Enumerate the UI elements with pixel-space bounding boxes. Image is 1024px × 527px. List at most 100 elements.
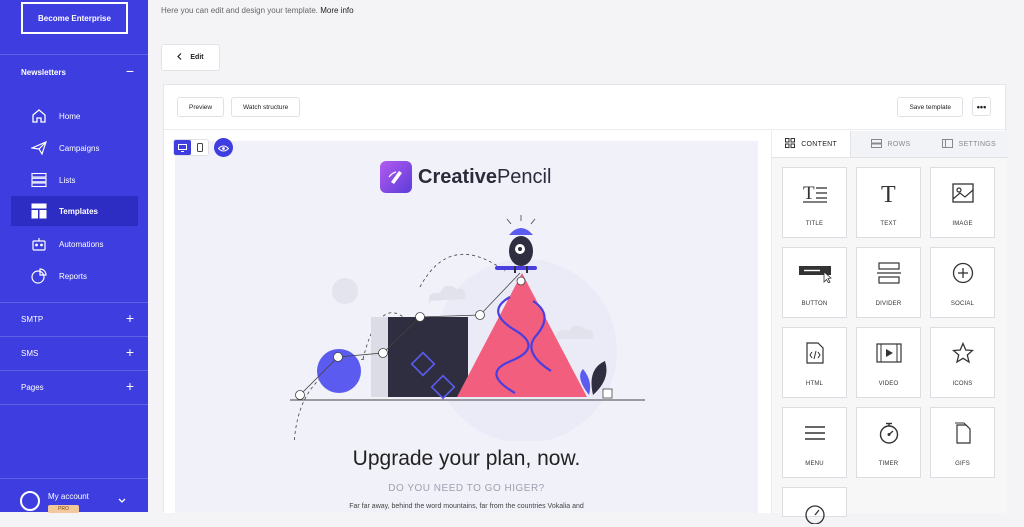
sidebar-group-pages[interactable]: Pages xyxy=(21,383,44,392)
device-view-toggle xyxy=(173,139,209,156)
block-html[interactable]: HTML xyxy=(782,327,847,398)
chevron-down-icon xyxy=(118,497,126,506)
sidebar-item-reports[interactable]: Reports xyxy=(11,261,138,291)
social-icon xyxy=(931,259,994,287)
desktop-icon xyxy=(178,139,187,157)
block-gifs[interactable]: GIFS xyxy=(930,407,995,478)
expand-smtp-icon[interactable]: + xyxy=(126,311,134,325)
desktop-view-button[interactable] xyxy=(174,140,191,155)
sidebar-group-smtp[interactable]: SMTP xyxy=(21,315,43,324)
page-hint: Here you can edit and design your templa… xyxy=(161,6,354,15)
account-menu[interactable]: My account PRO xyxy=(20,487,130,513)
sidebar-item-label: Lists xyxy=(59,175,76,185)
tab-rows[interactable]: ROWS xyxy=(851,131,930,157)
tab-label: CONTENT xyxy=(801,140,838,148)
block-label: BUTTON xyxy=(801,301,828,307)
robot-icon xyxy=(30,235,48,253)
list-icon xyxy=(30,171,48,189)
preview-button[interactable]: Preview xyxy=(177,97,225,117)
watch-structure-button[interactable]: Watch structure xyxy=(231,97,301,117)
more-info-link[interactable]: More info xyxy=(320,6,353,15)
video-icon xyxy=(857,339,920,367)
block-social[interactable]: SOCIAL xyxy=(930,247,995,318)
sidebar: Become Enterprise Newsletters − Home Cam… xyxy=(0,0,148,513)
sidebar-item-label: Home xyxy=(59,111,81,121)
menu-icon xyxy=(783,419,846,447)
mobile-icon xyxy=(196,139,203,157)
edit-back-button[interactable]: Edit xyxy=(161,44,220,71)
template-editor: Preview Watch structure Save template ••… xyxy=(163,84,1008,524)
block-label: MENU xyxy=(805,461,824,467)
block-text[interactable]: T TEXT xyxy=(856,167,921,238)
block-label: IMAGE xyxy=(952,221,973,227)
more-options-button[interactable]: ••• xyxy=(972,97,991,116)
sidebar-item-label: Campaigns xyxy=(59,143,100,153)
mobile-view-button[interactable] xyxy=(191,140,208,155)
account-label: My account xyxy=(48,492,89,501)
block-video[interactable]: VIDEO xyxy=(856,327,921,398)
sidebar-item-home[interactable]: Home xyxy=(11,101,138,131)
hint-text: Here you can edit and design your templa… xyxy=(161,6,318,15)
sidebar-item-label: Reports xyxy=(59,271,88,281)
sidebar-divider xyxy=(0,54,148,55)
email-preview[interactable]: CreativePencil Upgrade your plan, now. D… xyxy=(175,141,758,513)
button-icon xyxy=(783,259,846,287)
pencil-logo-icon xyxy=(380,161,412,193)
chevron-left-icon xyxy=(177,53,182,62)
pie-chart-icon xyxy=(30,267,48,285)
settings-icon xyxy=(941,138,953,150)
eye-icon xyxy=(217,139,230,157)
block-label: DIVIDER xyxy=(875,301,902,307)
grid-icon xyxy=(785,138,796,150)
block-image[interactable]: IMAGE xyxy=(930,167,995,238)
sidebar-item-templates[interactable]: Templates xyxy=(11,196,138,226)
svg-text:T: T xyxy=(803,183,815,204)
block-more[interactable] xyxy=(782,487,847,524)
block-label: ICONS xyxy=(952,381,973,387)
block-title[interactable]: T TITLE xyxy=(782,167,847,238)
block-label: GIFS xyxy=(955,461,970,467)
avatar xyxy=(20,491,40,511)
block-menu[interactable]: MENU xyxy=(782,407,847,478)
save-template-button[interactable]: Save template xyxy=(897,97,963,117)
tab-settings[interactable]: SETTINGS xyxy=(929,131,1008,157)
sidebar-divider xyxy=(0,370,148,371)
email-subheading: DO YOU NEED TO GO HIGER? xyxy=(388,483,545,494)
html-icon xyxy=(783,339,846,367)
become-enterprise-button[interactable]: Become Enterprise xyxy=(21,2,128,34)
collapse-newsletters-icon[interactable]: − xyxy=(126,64,134,78)
tab-content[interactable]: CONTENT xyxy=(772,131,852,157)
block-button[interactable]: BUTTON xyxy=(782,247,847,318)
expand-pages-icon[interactable]: + xyxy=(126,379,134,393)
blocks-panel: CONTENT ROWS SETTINGS T TITLE T TEXT IMA… xyxy=(771,131,1008,524)
block-icons[interactable]: ICONS xyxy=(930,327,995,398)
sidebar-item-automations[interactable]: Automations xyxy=(11,229,138,259)
paper-plane-icon xyxy=(30,139,48,157)
block-label: HTML xyxy=(805,381,824,387)
gif-icon xyxy=(931,419,994,447)
sidebar-divider xyxy=(0,404,148,405)
preview-eye-button[interactable] xyxy=(214,138,233,157)
sidebar-divider xyxy=(0,478,148,479)
email-headline: Upgrade your plan, now. xyxy=(352,447,581,470)
block-label: TITLE xyxy=(805,221,824,227)
title-icon: T xyxy=(783,179,846,207)
block-divider[interactable]: DIVIDER xyxy=(856,247,921,318)
block-label: TEXT xyxy=(880,221,897,227)
block-label: VIDEO xyxy=(878,381,899,387)
sidebar-item-label: Automations xyxy=(59,239,104,249)
expand-sms-icon[interactable]: + xyxy=(126,345,134,359)
rows-icon xyxy=(870,138,882,150)
tab-label: ROWS xyxy=(887,140,911,148)
templates-icon xyxy=(30,202,48,220)
brand-logo: CreativePencil xyxy=(380,161,551,193)
sidebar-item-campaigns[interactable]: Campaigns xyxy=(11,133,138,163)
svg-text:T: T xyxy=(881,182,896,204)
image-icon xyxy=(931,179,994,207)
block-timer[interactable]: TIMER xyxy=(856,407,921,478)
sidebar-item-lists[interactable]: Lists xyxy=(11,165,138,195)
timer-icon xyxy=(857,419,920,447)
sidebar-group-newsletters[interactable]: Newsletters xyxy=(21,68,66,77)
block-label: TIMER xyxy=(878,461,899,467)
sidebar-group-sms[interactable]: SMS xyxy=(21,349,38,358)
